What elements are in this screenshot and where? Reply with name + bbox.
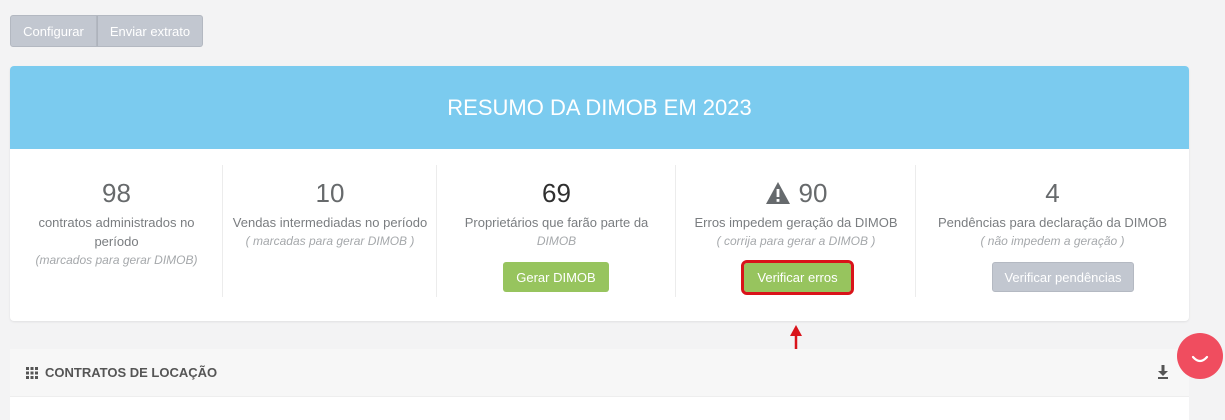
contracts-title: CONTRATOS DE LOCAÇÃO — [45, 365, 218, 380]
stat-value: 69 — [542, 178, 571, 208]
generate-dimob-button[interactable]: Gerar DIMOB — [503, 262, 609, 292]
stat-contracts: 98 contratos administrados no período (m… — [10, 149, 223, 321]
stat-pending: 4 Pendências para declaração da DIMOB ( … — [916, 149, 1189, 321]
dimob-summary-panel: RESUMO DA DIMOB EM 2023 98 contratos adm… — [10, 66, 1189, 321]
chat-icon — [1191, 355, 1209, 363]
stat-sales: 10 Vendas intermediadas no período ( mar… — [223, 149, 437, 321]
warning-icon — [765, 182, 790, 204]
contracts-header: CONTRATOS DE LOCAÇÃO — [10, 349, 1189, 397]
check-errors-button[interactable]: Verificar erros — [741, 260, 854, 295]
chat-widget-button[interactable] — [1177, 333, 1223, 379]
stat-owners: 69 Proprietários que farão parte da DIMO… — [437, 149, 676, 321]
stat-label: contratos administrados no período — [38, 215, 195, 249]
summary-header: RESUMO DA DIMOB EM 2023 — [10, 66, 1189, 149]
summary-title: RESUMO DA DIMOB EM 2023 — [447, 94, 752, 120]
stat-value: 98 — [102, 178, 131, 208]
configure-button[interactable]: Configurar — [10, 15, 97, 47]
stat-note: ( corrija para gerar a DIMOB ) — [716, 234, 876, 248]
stat-note: ( marcadas para gerar DIMOB ) — [245, 234, 415, 248]
send-statement-button[interactable]: Enviar extrato — [97, 15, 203, 47]
toolbar: Configurar Enviar extrato — [10, 15, 203, 47]
check-pending-button[interactable]: Verificar pendências — [992, 262, 1134, 292]
grid-icon — [26, 366, 38, 379]
stat-label: Erros impedem geração da DIMOB — [694, 215, 898, 230]
stat-label: Pendências para declaração da DIMOB — [937, 215, 1168, 230]
stat-label: Proprietários que farão parte da — [464, 215, 649, 230]
stat-value: 4 — [1045, 178, 1060, 208]
stat-note: ( não impedem a geração ) — [980, 234, 1125, 248]
stat-value: 90 — [798, 178, 828, 208]
rental-contracts-panel: CONTRATOS DE LOCAÇÃO — [10, 349, 1189, 420]
stat-label: Vendas intermediadas no período — [232, 215, 428, 230]
stat-errors: 90 Erros impedem geração da DIMOB ( corr… — [676, 149, 916, 321]
stat-value: 10 — [315, 178, 345, 208]
download-icon[interactable] — [1157, 365, 1169, 379]
stat-note: (marcados para gerar DIMOB) — [35, 253, 198, 267]
stat-note: DIMOB — [536, 234, 577, 248]
